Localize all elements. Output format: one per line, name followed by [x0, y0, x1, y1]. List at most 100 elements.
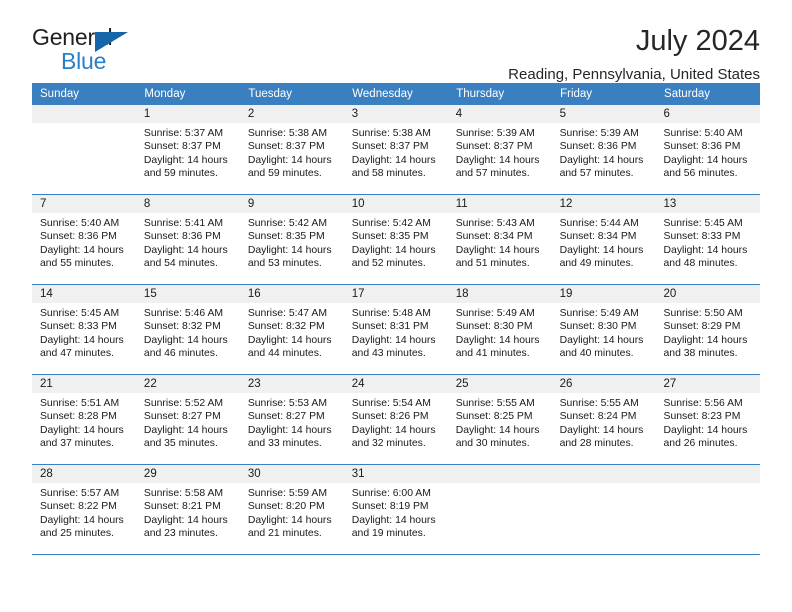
calendar-cell[interactable]: 26 Sunrise: 5:55 AM Sunset: 8:24 PM Dayligh… — [551, 374, 656, 465]
day-cell: 5 Sunrise: 5:39 AM Sunset: 8:36 PM Daylight… — [551, 105, 656, 194]
day-cell: 26 Sunrise: 5:55 AM Sunset: 8:24 PM Dayligh… — [551, 375, 656, 464]
day-sun-info: Sunrise: 5:49 AM Sunset: 8:30 PM Daylight:… — [552, 303, 656, 361]
calendar-cell[interactable]: 29 Sunrise: 5:58 AM Sunset: 8:21 PM Dayligh… — [135, 464, 240, 555]
sunrise-text: Sunrise: 5:42 AM — [247, 218, 327, 229]
sunrise-text: Sunrise: 5:49 AM — [455, 308, 535, 319]
calendar-cell[interactable]: 27 Sunrise: 5:56 AM Sunset: 8:23 PM Dayligh… — [655, 374, 760, 465]
calendar-cell[interactable]: 16 Sunrise: 5:47 AM Sunset: 8:32 PM Dayligh… — [239, 284, 344, 375]
daylight-text-line1: Daylight: 14 hours — [247, 514, 332, 526]
calendar-cell[interactable]: 9 Sunrise: 5:42 AM Sunset: 8:35 PM Daylight… — [239, 194, 344, 285]
calendar-cell[interactable]: 28 Sunrise: 5:57 AM Sunset: 8:22 PM Dayligh… — [32, 464, 136, 555]
sunset-text: Sunset: 8:37 PM — [351, 141, 429, 153]
calendar-cell[interactable]: 18 Sunrise: 5:49 AM Sunset: 8:30 PM Dayligh… — [447, 284, 552, 375]
calendar-cell[interactable]: 17 Sunrise: 5:48 AM Sunset: 8:31 PM Dayligh… — [343, 284, 448, 375]
calendar-cell[interactable]: 7 Sunrise: 5:40 AM Sunset: 8:36 PM Daylight… — [32, 194, 136, 285]
day-number: 22 — [135, 375, 240, 393]
daylight-text-line2: and 38 minutes. — [663, 348, 738, 360]
day-sun-info: Sunrise: 5:41 AM Sunset: 8:36 PM Daylight:… — [136, 213, 240, 271]
calendar-cell[interactable]: 2 Sunrise: 5:38 AM Sunset: 8:37 PM Daylight… — [239, 105, 344, 195]
daylight-text-line2: and 58 minutes. — [351, 168, 426, 180]
sunrise-text: Sunrise: 5:38 AM — [247, 128, 327, 139]
sunset-text: Sunset: 8:27 PM — [247, 411, 325, 423]
calendar-cell — [447, 464, 552, 555]
sunrise-text: Sunrise: 5:41 AM — [143, 218, 224, 229]
sunset-text: Sunset: 8:28 PM — [40, 411, 117, 423]
daylight-text-line1: Daylight: 14 hours — [455, 244, 540, 256]
calendar-cell[interactable]: 15 Sunrise: 5:46 AM Sunset: 8:32 PM Dayligh… — [135, 284, 240, 375]
calendar-cell[interactable]: 30 Sunrise: 5:59 AM Sunset: 8:20 PM Dayligh… — [239, 464, 344, 555]
calendar-cell[interactable]: 13 Sunrise: 5:45 AM Sunset: 8:33 PM Dayligh… — [655, 194, 760, 285]
calendar-cell[interactable]: 31 Sunrise: 6:00 AM Sunset: 8:19 PM Dayligh… — [343, 464, 448, 555]
calendar-cell[interactable]: 24 Sunrise: 5:54 AM Sunset: 8:26 PM Dayligh… — [343, 374, 448, 465]
day-number: 16 — [239, 285, 344, 303]
sunset-text: Sunset: 8:30 PM — [455, 321, 533, 333]
daylight-text-line1: Daylight: 14 hours — [247, 334, 332, 346]
daylight-text-line2: and 35 minutes. — [143, 438, 218, 450]
calendar-table: Sunday Monday Tuesday Wednesday Thursday… — [32, 83, 760, 555]
calendar-cell[interactable]: 22 Sunrise: 5:52 AM Sunset: 8:27 PM Dayligh… — [135, 374, 240, 465]
day-sun-info: Sunrise: 6:00 AM Sunset: 8:19 PM Daylight:… — [344, 483, 448, 541]
day-sun-info: Sunrise: 5:54 AM Sunset: 8:26 PM Daylight:… — [344, 393, 448, 451]
daylight-text-line2: and 55 minutes. — [40, 258, 114, 270]
calendar-cell[interactable]: 14 Sunrise: 5:45 AM Sunset: 8:33 PM Dayligh… — [32, 284, 136, 375]
day-number: 25 — [447, 375, 552, 393]
sunrise-text: Sunrise: 5:58 AM — [143, 488, 224, 499]
sunset-text: Sunset: 8:30 PM — [559, 321, 637, 333]
day-number: 9 — [239, 195, 344, 213]
day-cell: 20 Sunrise: 5:50 AM Sunset: 8:29 PM Dayligh… — [655, 285, 760, 374]
calendar-cell[interactable]: 6 Sunrise: 5:40 AM Sunset: 8:36 PM Daylight… — [655, 105, 760, 195]
calendar-cell[interactable]: 8 Sunrise: 5:41 AM Sunset: 8:36 PM Daylight… — [135, 194, 240, 285]
day-number: 7 — [32, 195, 136, 213]
calendar-cell[interactable]: 25 Sunrise: 5:55 AM Sunset: 8:25 PM Dayligh… — [447, 374, 552, 465]
day-cell: 12 Sunrise: 5:44 AM Sunset: 8:34 PM Dayligh… — [551, 195, 656, 284]
calendar-cell[interactable]: 20 Sunrise: 5:50 AM Sunset: 8:29 PM Dayligh… — [655, 284, 760, 375]
daylight-text-line1: Daylight: 14 hours — [663, 244, 748, 256]
sunrise-text: Sunrise: 5:57 AM — [40, 488, 120, 499]
calendar-cell[interactable]: 12 Sunrise: 5:44 AM Sunset: 8:34 PM Dayligh… — [551, 194, 656, 285]
day-number: 29 — [135, 465, 240, 483]
day-sun-info: Sunrise: 5:42 AM Sunset: 8:35 PM Daylight:… — [240, 213, 344, 271]
daylight-text-line1: Daylight: 14 hours — [351, 244, 436, 256]
calendar-week-row: 28 Sunrise: 5:57 AM Sunset: 8:22 PM Dayligh… — [32, 464, 760, 555]
weekday-header-row: Sunday Monday Tuesday Wednesday Thursday… — [32, 83, 760, 105]
calendar-cell[interactable]: 3 Sunrise: 5:38 AM Sunset: 8:37 PM Daylight… — [343, 105, 448, 195]
daylight-text-line1: Daylight: 14 hours — [143, 514, 228, 526]
day-sun-info: Sunrise: 5:45 AM Sunset: 8:33 PM Daylight:… — [32, 303, 136, 361]
day-number: 24 — [343, 375, 448, 393]
general-blue-logo[interactable]: General Blue — [32, 26, 144, 74]
sunset-text: Sunset: 8:22 PM — [40, 501, 117, 513]
daylight-text-line1: Daylight: 14 hours — [351, 514, 436, 526]
day-cell: 28 Sunrise: 5:57 AM Sunset: 8:22 PM Dayligh… — [32, 465, 136, 554]
day-cell: 16 Sunrise: 5:47 AM Sunset: 8:32 PM Dayligh… — [239, 285, 344, 374]
day-cell: 14 Sunrise: 5:45 AM Sunset: 8:33 PM Dayligh… — [32, 285, 136, 374]
daylight-text-line1: Daylight: 14 hours — [455, 334, 540, 346]
calendar-cell[interactable]: 11 Sunrise: 5:43 AM Sunset: 8:34 PM Dayligh… — [447, 194, 552, 285]
calendar-cell[interactable]: 10 Sunrise: 5:42 AM Sunset: 8:35 PM Dayligh… — [343, 194, 448, 285]
day-number: 3 — [343, 105, 448, 123]
calendar-cell[interactable]: 1 Sunrise: 5:37 AM Sunset: 8:37 PM Daylight… — [135, 105, 240, 195]
day-cell: 29 Sunrise: 5:58 AM Sunset: 8:21 PM Dayligh… — [135, 465, 240, 554]
sunrise-text: Sunrise: 5:47 AM — [247, 308, 327, 319]
sunset-text: Sunset: 8:36 PM — [663, 141, 741, 153]
calendar-cell[interactable]: 21 Sunrise: 5:51 AM Sunset: 8:28 PM Dayligh… — [32, 374, 136, 465]
day-number: 13 — [655, 195, 760, 213]
day-sun-info: Sunrise: 5:42 AM Sunset: 8:35 PM Daylight:… — [344, 213, 448, 271]
sunset-text: Sunset: 8:20 PM — [247, 501, 325, 513]
calendar-cell[interactable]: 19 Sunrise: 5:49 AM Sunset: 8:30 PM Dayligh… — [551, 284, 656, 375]
triangle-icon — [95, 32, 128, 52]
day-cell: 27 Sunrise: 5:56 AM Sunset: 8:23 PM Dayligh… — [655, 375, 760, 464]
sunrise-text: Sunrise: 5:50 AM — [663, 308, 743, 319]
day-number: 15 — [135, 285, 240, 303]
daylight-text-line2: and 56 minutes. — [663, 168, 738, 180]
sunrise-text: Sunrise: 5:48 AM — [351, 308, 431, 319]
sunset-text: Sunset: 8:32 PM — [247, 321, 325, 333]
sunset-text: Sunset: 8:32 PM — [143, 321, 221, 333]
day-cell: 24 Sunrise: 5:54 AM Sunset: 8:26 PM Dayligh… — [343, 375, 448, 464]
daylight-text-line2: and 32 minutes. — [351, 438, 426, 450]
calendar-cell[interactable]: 23 Sunrise: 5:53 AM Sunset: 8:27 PM Dayligh… — [239, 374, 344, 465]
daylight-text-line2: and 47 minutes. — [40, 348, 114, 360]
calendar-cell[interactable]: 5 Sunrise: 5:39 AM Sunset: 8:36 PM Daylight… — [551, 105, 656, 195]
calendar-cell[interactable]: 4 Sunrise: 5:39 AM Sunset: 8:37 PM Daylight… — [447, 105, 552, 195]
daylight-text-line1: Daylight: 14 hours — [351, 424, 436, 436]
day-number: 10 — [343, 195, 448, 213]
